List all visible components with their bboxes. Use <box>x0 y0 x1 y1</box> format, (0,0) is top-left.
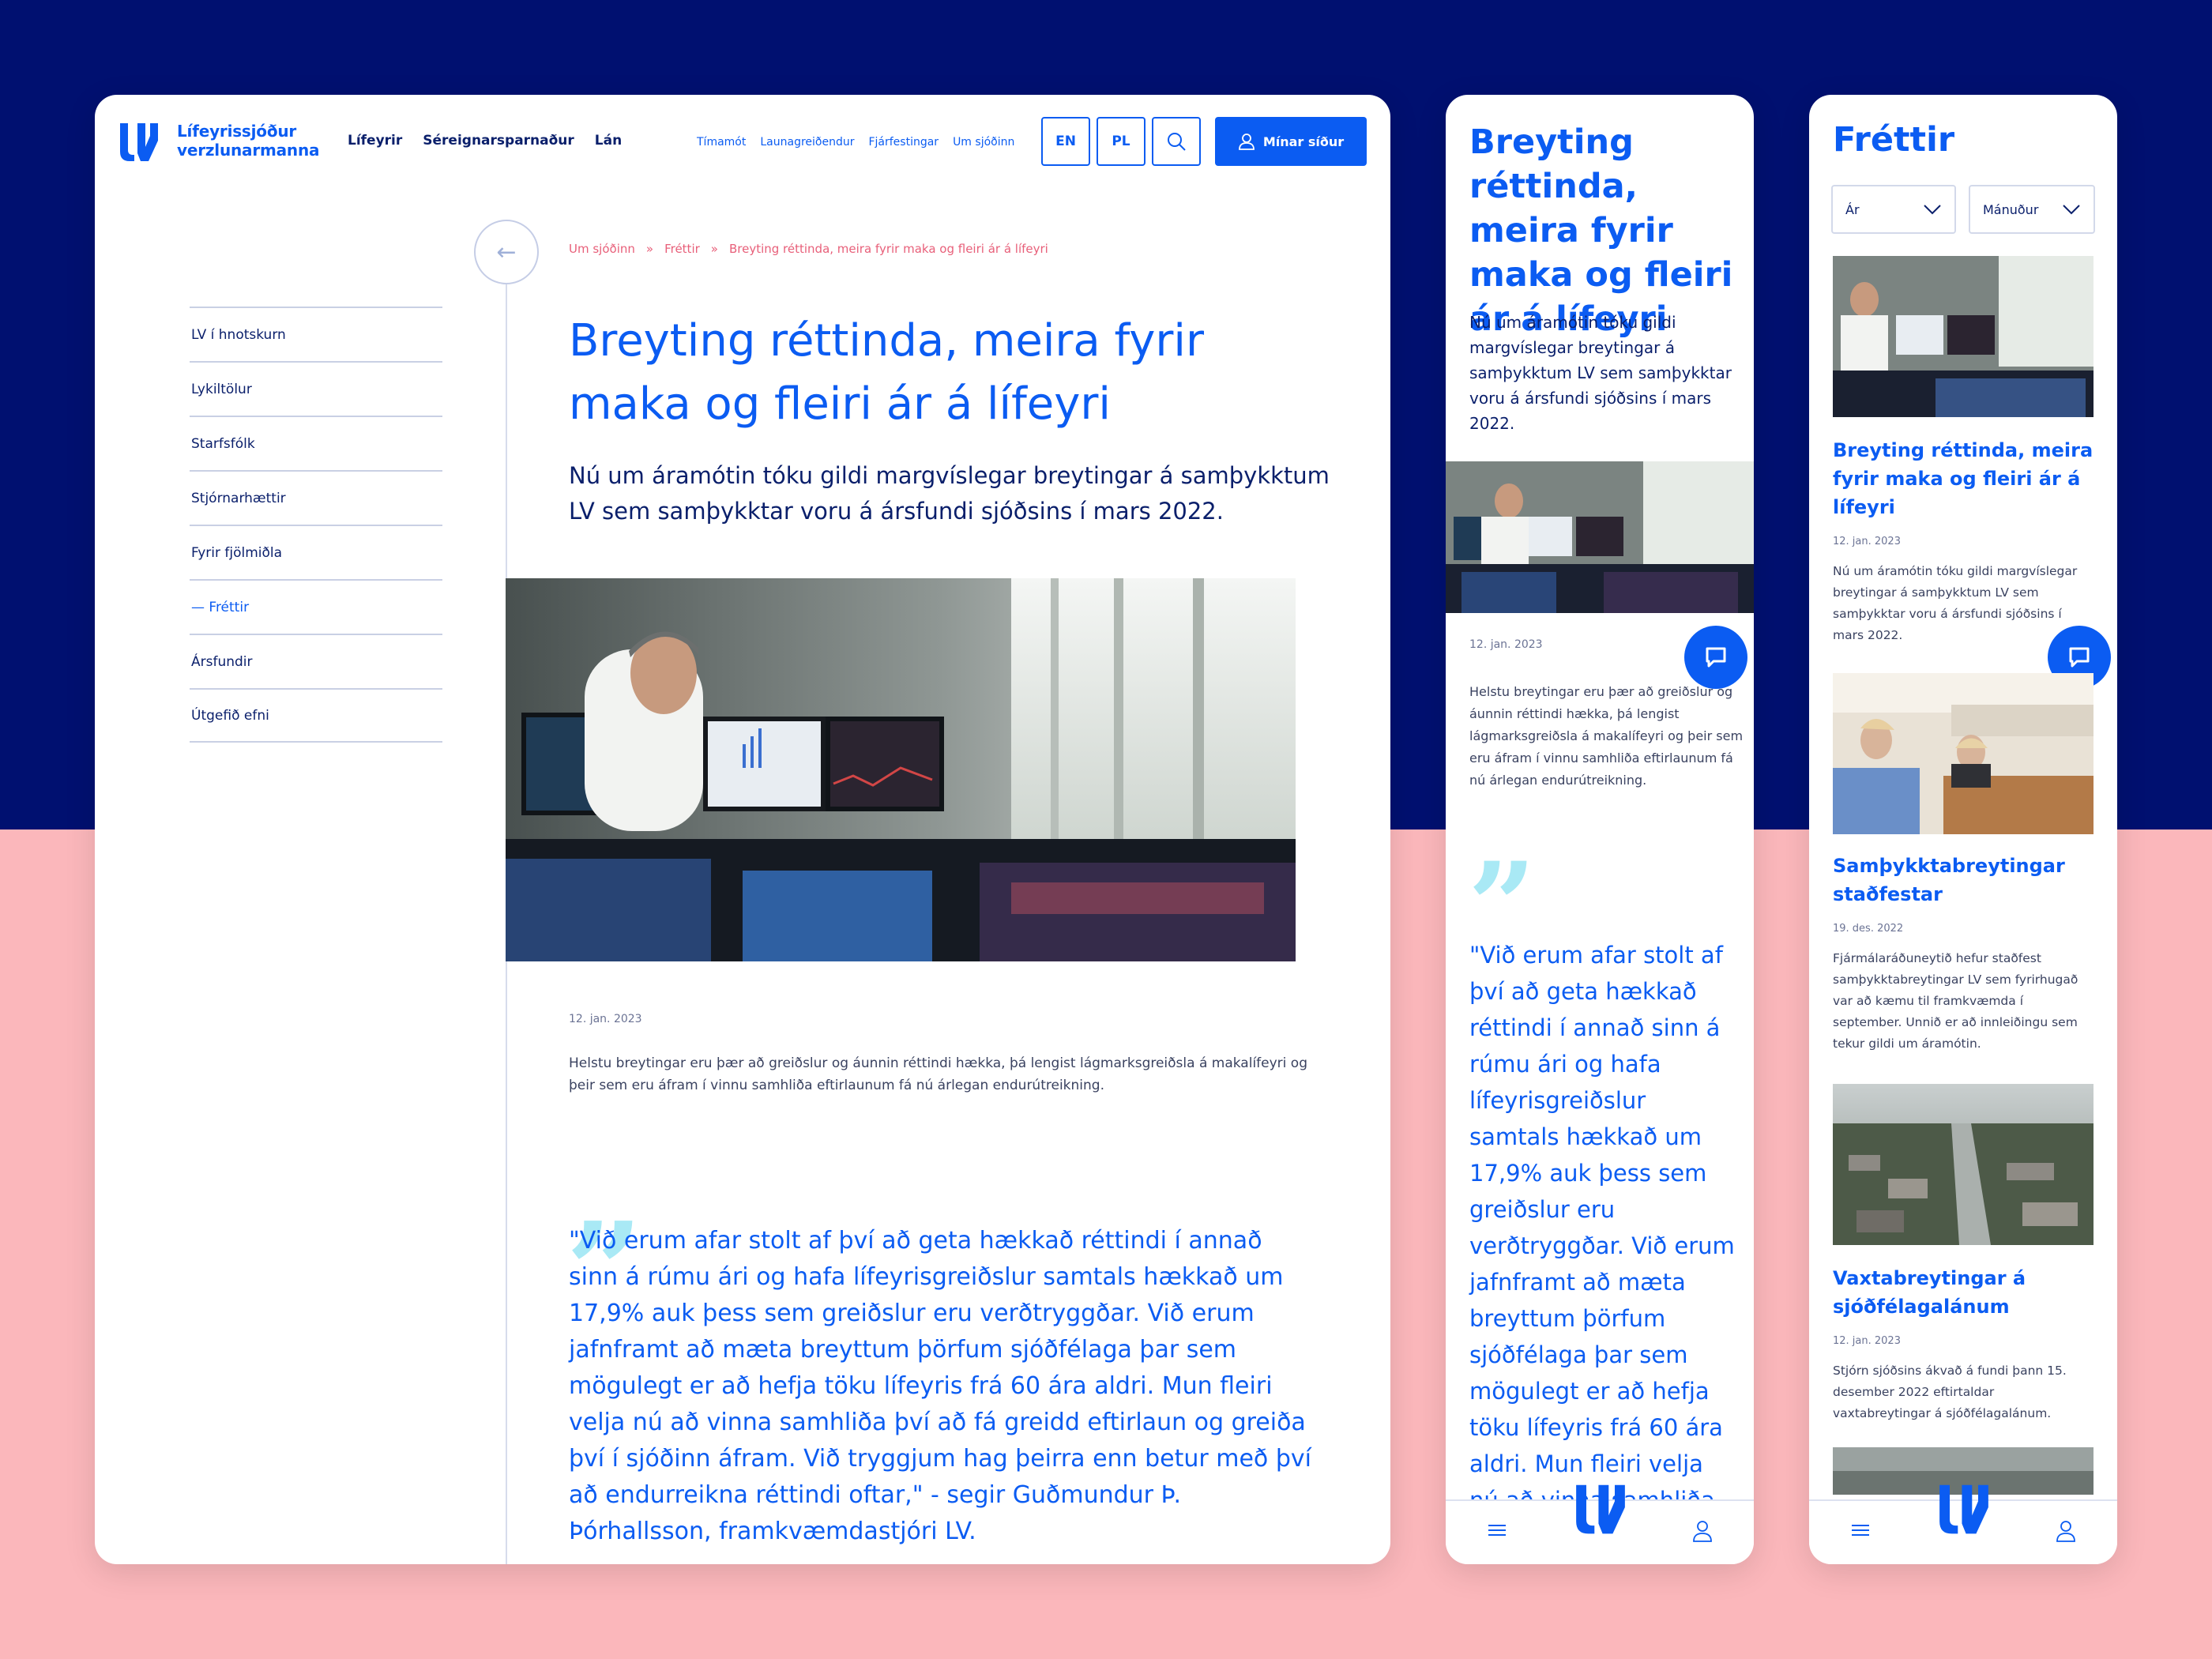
breadcrumb-current: Breyting réttinda, meira fyrir maka og f… <box>728 242 1048 256</box>
nav-timamot[interactable]: Tímamót <box>697 136 746 149</box>
user-icon[interactable] <box>2056 1520 2076 1542</box>
brand-name-line1: Lífeyrissjóður <box>177 122 297 141</box>
news-item-date: 12. jan. 2023 <box>1833 1335 1901 1347</box>
nav-lan[interactable]: Lán <box>595 133 622 149</box>
news-item-title[interactable]: Vaxtabreytingar á sjóðfélagalánum <box>1833 1264 2094 1321</box>
mobile-article-photo <box>1446 461 1754 613</box>
search-icon <box>1168 133 1186 151</box>
menu-icon[interactable] <box>1488 1525 1506 1536</box>
breadcrumb-um-sjodinn[interactable]: Um sjóðinn <box>569 242 635 256</box>
brand-name[interactable]: Lífeyrissjóður verzlunarmanna <box>177 122 320 160</box>
user-icon[interactable] <box>1692 1520 1713 1542</box>
news-item-title[interactable]: Breyting réttinda, meira fyrir maka og f… <box>1833 436 2094 521</box>
nav-um-sjodinn[interactable]: Um sjóðinn <box>953 136 1014 149</box>
year-select[interactable]: Ár <box>1831 185 1956 234</box>
language-en-button[interactable]: EN <box>1041 117 1090 166</box>
article-body: Helstu breytingar eru þær að greiðslur o… <box>569 1055 1307 1093</box>
article-lead: Nú um áramótin tóku gildi margvíslegar b… <box>569 462 1330 525</box>
news-item-excerpt: Fjármálaráðuneytið hefur staðfest samþyk… <box>1833 951 2078 1051</box>
sidebar-nav: LV í hnotskurn Lykiltölur Starfsfólk Stj… <box>190 307 442 743</box>
sidebar-item-arsfundir[interactable]: Ársfundir <box>190 634 442 688</box>
mobile-article-quote: "Við erum afar stolt af því að geta hækk… <box>1469 942 1735 1550</box>
breadcrumb: Um sjóðinn » Fréttir » Breyting réttinda… <box>569 242 1048 256</box>
mobile-news-screen: Fréttir Ár Mánuður Breyting réttinda, me… <box>1809 95 2117 1564</box>
mobile-bottom-bar <box>1809 1484 2117 1564</box>
secondary-nav: Tímamót Launagreiðendur Fjárfestingar Um… <box>697 136 1014 149</box>
month-select[interactable]: Mánuður <box>1969 185 2095 234</box>
nav-launagreidendur[interactable]: Launagreiðendur <box>760 136 854 149</box>
year-select-label: Ár <box>1845 201 1860 217</box>
sidebar-item-lv-i-hnotskurn[interactable]: LV í hnotskurn <box>190 307 442 361</box>
article-photo <box>506 578 1296 961</box>
nav-lifeyrir[interactable]: Lífeyrir <box>348 133 402 149</box>
chevron-down-icon <box>2063 205 2080 215</box>
sidebar-item-fyrir-fjolmidla[interactable]: Fyrir fjölmiðla <box>190 525 442 579</box>
mobile-article-date: 12. jan. 2023 <box>1469 638 1543 651</box>
month-select-label: Mánuður <box>1983 201 2039 217</box>
mobile-article-title: Breyting réttinda, meira fyrir maka og f… <box>1469 122 1733 339</box>
mobile-bottom-bar <box>1446 1484 1754 1564</box>
sidebar-item-starfsfolk[interactable]: Starfsfólk <box>190 416 442 470</box>
news-item-excerpt: Stjórn sjóðsins ákvað á fundi þann 15. d… <box>1833 1364 2067 1420</box>
article-quote: "Við erum afar stolt af því að geta hækk… <box>569 1227 1311 1545</box>
news-item-date: 12. jan. 2023 <box>1833 536 1901 547</box>
news-item-title[interactable]: Samþykktabreytingar staðfestar <box>1833 852 2094 908</box>
nav-fjarfestingar[interactable]: Fjárfestingar <box>868 136 939 149</box>
my-pages-button[interactable]: Mínar síður <box>1215 117 1367 166</box>
sidebar-item-lykiltolur[interactable]: Lykiltölur <box>190 361 442 416</box>
sidebar-item-utgefid-efni[interactable]: Útgefið efni <box>190 688 442 743</box>
lv-logo-icon[interactable] <box>1936 1479 1992 1536</box>
chat-icon <box>2069 647 2090 668</box>
lv-logo-icon[interactable] <box>1572 1479 1629 1536</box>
breadcrumb-frettir[interactable]: Fréttir <box>664 242 700 256</box>
mobile-article-body: Helstu breytingar eru þær að greiðslur o… <box>1469 684 1744 788</box>
back-button[interactable]: ← <box>474 220 539 284</box>
news-page-title: Fréttir <box>1833 120 1955 160</box>
news-item-date: 19. des. 2022 <box>1833 923 1904 935</box>
news-item-image[interactable] <box>1833 256 2094 417</box>
breadcrumb-separator: » <box>645 242 654 256</box>
main-nav: Lífeyrir Séreignarsparnaður Lán <box>348 133 622 149</box>
search-button[interactable] <box>1152 117 1201 166</box>
lv-logo-icon[interactable] <box>117 118 161 163</box>
article-date: 12. jan. 2023 <box>569 1013 642 1025</box>
arrow-left-icon: ← <box>496 238 517 266</box>
brand-name-line2: verzlunarmanna <box>177 141 320 160</box>
menu-icon[interactable] <box>1852 1525 1869 1536</box>
nav-sereignarsparnadur[interactable]: Séreignarsparnaður <box>423 133 574 149</box>
breadcrumb-separator: » <box>710 242 718 256</box>
news-item-image[interactable] <box>1833 1084 2094 1245</box>
mobile-article-screen: Breyting réttinda, meira fyrir maka og f… <box>1446 95 1754 1564</box>
chevron-down-icon <box>1924 205 1941 215</box>
user-icon <box>1238 134 1255 150</box>
sidebar-item-frettir[interactable]: — Fréttir <box>190 579 442 634</box>
my-pages-label: Mínar síður <box>1262 134 1345 149</box>
news-item-image[interactable] <box>1833 673 2094 834</box>
language-pl-button[interactable]: PL <box>1097 117 1146 166</box>
news-item-excerpt: Nú um áramótin tóku gildi margvíslegar b… <box>1833 564 2078 642</box>
sidebar-item-stjornarhaettir[interactable]: Stjórnarhættir <box>190 470 442 525</box>
chat-icon <box>1706 647 1726 668</box>
desktop-screen: Lífeyrissjóður verzlunarmanna Lífeyrir S… <box>95 95 1390 1564</box>
chat-button[interactable] <box>1684 626 1747 689</box>
article-title: Breyting réttinda, meira fyrir maka og f… <box>569 315 1205 430</box>
mobile-article-lead: Nú um áramótin tóku gildi margvíslegar b… <box>1469 313 1732 433</box>
